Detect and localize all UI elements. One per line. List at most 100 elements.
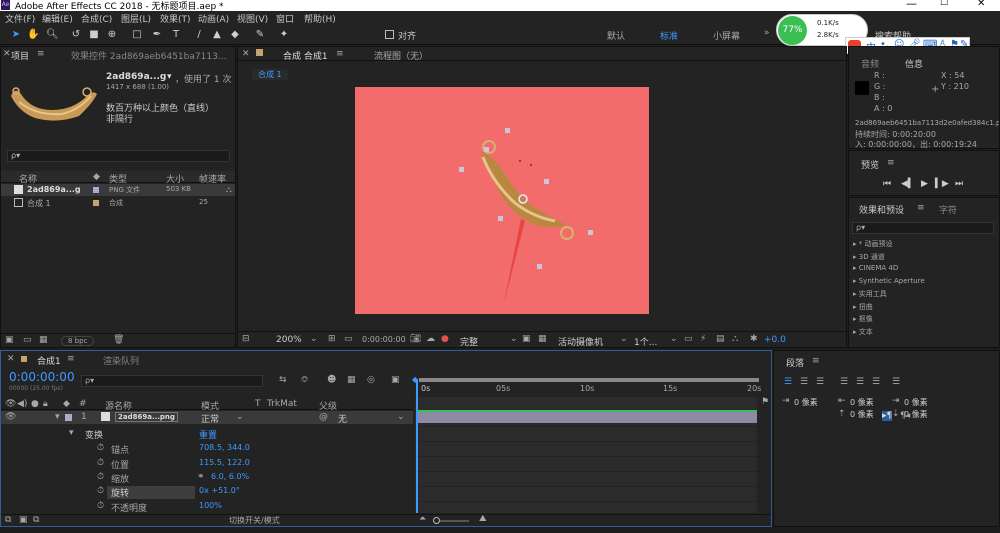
reset-exposure-icon[interactable]: ✱ xyxy=(750,334,758,344)
mode-chevron-icon[interactable]: ⌄ xyxy=(236,412,244,422)
timeline-comp-tab[interactable]: 合成1 xyxy=(37,354,61,367)
layer-name[interactable]: 2ad869a...png xyxy=(115,412,178,422)
always-preview-icon[interactable]: ⊟ xyxy=(242,334,250,344)
menu-window[interactable]: 窗口 xyxy=(276,12,294,25)
indent-right-value[interactable]: 0 像素 xyxy=(850,397,874,408)
camera-dropdown[interactable]: 活动摄像机 xyxy=(558,335,603,348)
pen-tool-icon[interactable]: ✒ xyxy=(151,28,163,41)
label-color-swatch[interactable] xyxy=(93,187,99,193)
effects-item[interactable]: ▸ * 动画预设 xyxy=(853,239,993,252)
parent-pickwhip-icon[interactable]: @ xyxy=(319,412,328,422)
justify-last-center-icon[interactable]: ☰ xyxy=(856,377,864,387)
ltr-direction-icon[interactable]: ▸¶ xyxy=(882,411,893,421)
views-chevron-icon[interactable]: ⌄ xyxy=(670,334,678,344)
timeline-timecode[interactable]: 0:00:00:00 xyxy=(9,370,75,384)
project-tab-menu-icon[interactable]: ≡ xyxy=(37,49,45,59)
constrain-proportions-icon[interactable]: ⚭ xyxy=(197,472,205,482)
transparency-grid-icon[interactable]: ▦ xyxy=(538,334,547,344)
project-tab-close-icon[interactable]: ✕ xyxy=(3,49,11,59)
type-tool-icon[interactable]: T xyxy=(170,28,182,41)
property-row[interactable]: ⏱︎ 缩放 ⚭ 6.0, 6.0% xyxy=(1,471,413,485)
transform-reset-link[interactable]: 重置 xyxy=(199,428,217,441)
hand-tool-icon[interactable]: ✋ xyxy=(27,28,39,41)
property-value[interactable]: 708.5, 344.0 xyxy=(199,443,250,452)
workspace-default[interactable]: 默认 xyxy=(607,29,625,42)
label-color-swatch[interactable] xyxy=(93,200,99,206)
rectangle-tool-icon[interactable]: □ xyxy=(131,28,143,41)
info-tab[interactable]: 信息 xyxy=(905,57,923,70)
zoom-chevron-icon[interactable]: ⌄ xyxy=(310,334,318,344)
comp-tab-menu-icon[interactable]: ≡ xyxy=(336,49,344,59)
zoom-out-icon[interactable]: ⏶ xyxy=(419,514,426,524)
brush-tool-icon[interactable]: / xyxy=(193,28,205,41)
comp-mini-flowchart-icon[interactable]: ⇆ xyxy=(279,375,287,385)
expand-layer-switches-icon[interactable]: ⧉ xyxy=(5,515,11,525)
project-item-row[interactable]: 2ad869a...g PNG 文件 503 KB ⛬ xyxy=(1,184,235,196)
last-frame-icon[interactable]: ⏭ xyxy=(955,179,963,189)
pan-behind-tool-icon[interactable]: ⊕ xyxy=(106,28,118,41)
timeline-tab-menu-icon[interactable]: ≡ xyxy=(67,354,75,364)
menu-effect[interactable]: 效果(T) xyxy=(160,12,191,25)
fast-preview-icon[interactable]: ⚡ xyxy=(700,334,706,344)
timeline-zoom-handle[interactable] xyxy=(433,517,440,524)
next-frame-icon[interactable]: ▍▶ xyxy=(935,179,949,189)
flowchart-tab[interactable]: 流程图（无） xyxy=(374,49,428,62)
quality-dropdown[interactable]: 完整 xyxy=(460,335,478,348)
roi-icon[interactable]: ▣ xyxy=(522,334,531,344)
paragraph-menu-icon[interactable]: ≡ xyxy=(812,356,820,366)
space-before-value[interactable]: 0 像素 xyxy=(850,409,874,420)
effects-menu-icon[interactable]: ≡ xyxy=(917,203,925,213)
mask-visibility-icon[interactable]: ▭ xyxy=(344,334,353,344)
play-icon[interactable]: ▶ xyxy=(921,179,928,189)
effects-item[interactable]: ▸ 文本 xyxy=(853,327,993,340)
delete-item-icon[interactable]: 🗑︎ xyxy=(113,335,124,345)
work-area-bar[interactable] xyxy=(419,378,759,382)
workspace-small-screen[interactable]: 小屏幕 xyxy=(713,29,740,42)
justify-all-icon[interactable]: ☰ xyxy=(892,377,900,387)
comp-lock-icon[interactable] xyxy=(256,49,263,56)
property-value[interactable]: 0x +51.0° xyxy=(199,486,240,495)
parent-chevron-icon[interactable]: ⌄ xyxy=(397,412,405,422)
property-value[interactable]: 6.0, 6.0% xyxy=(211,472,249,481)
align-left-icon[interactable]: ☰ xyxy=(784,377,792,387)
property-row[interactable]: ⏱︎ 不透明度 100% xyxy=(1,500,413,514)
camera-chevron-icon[interactable]: ⌄ xyxy=(620,334,628,344)
effects-search-input[interactable]: ρ▾ xyxy=(852,222,994,234)
effects-presets-tab[interactable]: 效果和预设 xyxy=(859,203,904,216)
project-item-row[interactable]: 合成 1 合成 25 xyxy=(1,197,235,209)
comp-tab-close-icon[interactable]: ✕ xyxy=(242,49,250,59)
timeline-tab-close-icon[interactable]: ✕ xyxy=(7,354,15,364)
channel-icon[interactable]: ● xyxy=(441,334,449,344)
frame-blending-icon[interactable]: ▦ xyxy=(347,375,356,385)
property-row[interactable]: ⏱︎ 位置 115.5, 122.0 xyxy=(1,457,413,471)
camera-tool-icon[interactable]: ■ xyxy=(88,28,100,41)
asset-dropdown-icon[interactable]: ▾ xyxy=(167,72,172,82)
first-frame-icon[interactable]: ⏮ xyxy=(883,179,891,189)
effects-item[interactable]: ▸ 3D 通道 xyxy=(853,252,993,265)
layer-expand-icon[interactable]: ▾ xyxy=(55,412,60,422)
close-button[interactable]: ✕ xyxy=(977,0,985,9)
project-tab[interactable]: 项目 xyxy=(11,49,29,62)
align-center-icon[interactable]: ☰ xyxy=(800,377,808,387)
maximize-button[interactable]: ☐ xyxy=(940,0,948,8)
property-row[interactable]: ⏱︎ 旋转 0x +51.0° xyxy=(1,485,413,499)
new-composition-icon[interactable]: ▦ xyxy=(39,335,48,345)
grid-guide-icon[interactable]: ⊞ xyxy=(328,334,336,344)
playhead-icon[interactable]: ◆ xyxy=(412,375,418,384)
motion-blur-icon[interactable]: ◎ xyxy=(367,375,375,385)
zoom-tool-icon[interactable]: 🔍︎ xyxy=(46,28,59,41)
workspace-more-icon[interactable]: » xyxy=(764,28,770,38)
quality-chevron-icon[interactable]: ⌄ xyxy=(510,334,518,344)
stopwatch-icon[interactable]: ⏱︎ xyxy=(97,443,104,453)
layer-visibility-icon[interactable]: 👁︎ xyxy=(5,412,16,422)
views-dropdown[interactable]: 1个... xyxy=(634,335,657,348)
rtl-direction-icon[interactable]: ¶◂ xyxy=(900,411,910,421)
indent-first-value[interactable]: 0 像素 xyxy=(904,397,928,408)
timeline-tracks[interactable] xyxy=(415,397,757,513)
stopwatch-icon[interactable]: ⏱︎ xyxy=(97,472,104,482)
project-col-label-icon[interactable]: ◆ xyxy=(93,172,100,182)
character-tab[interactable]: 字符 xyxy=(939,203,957,216)
draft-3d-icon[interactable]: ⎊ xyxy=(301,375,308,385)
render-queue-tab[interactable]: 渲染队列 xyxy=(103,354,139,367)
expand-transfer-controls-icon[interactable]: ▣ xyxy=(19,515,28,525)
